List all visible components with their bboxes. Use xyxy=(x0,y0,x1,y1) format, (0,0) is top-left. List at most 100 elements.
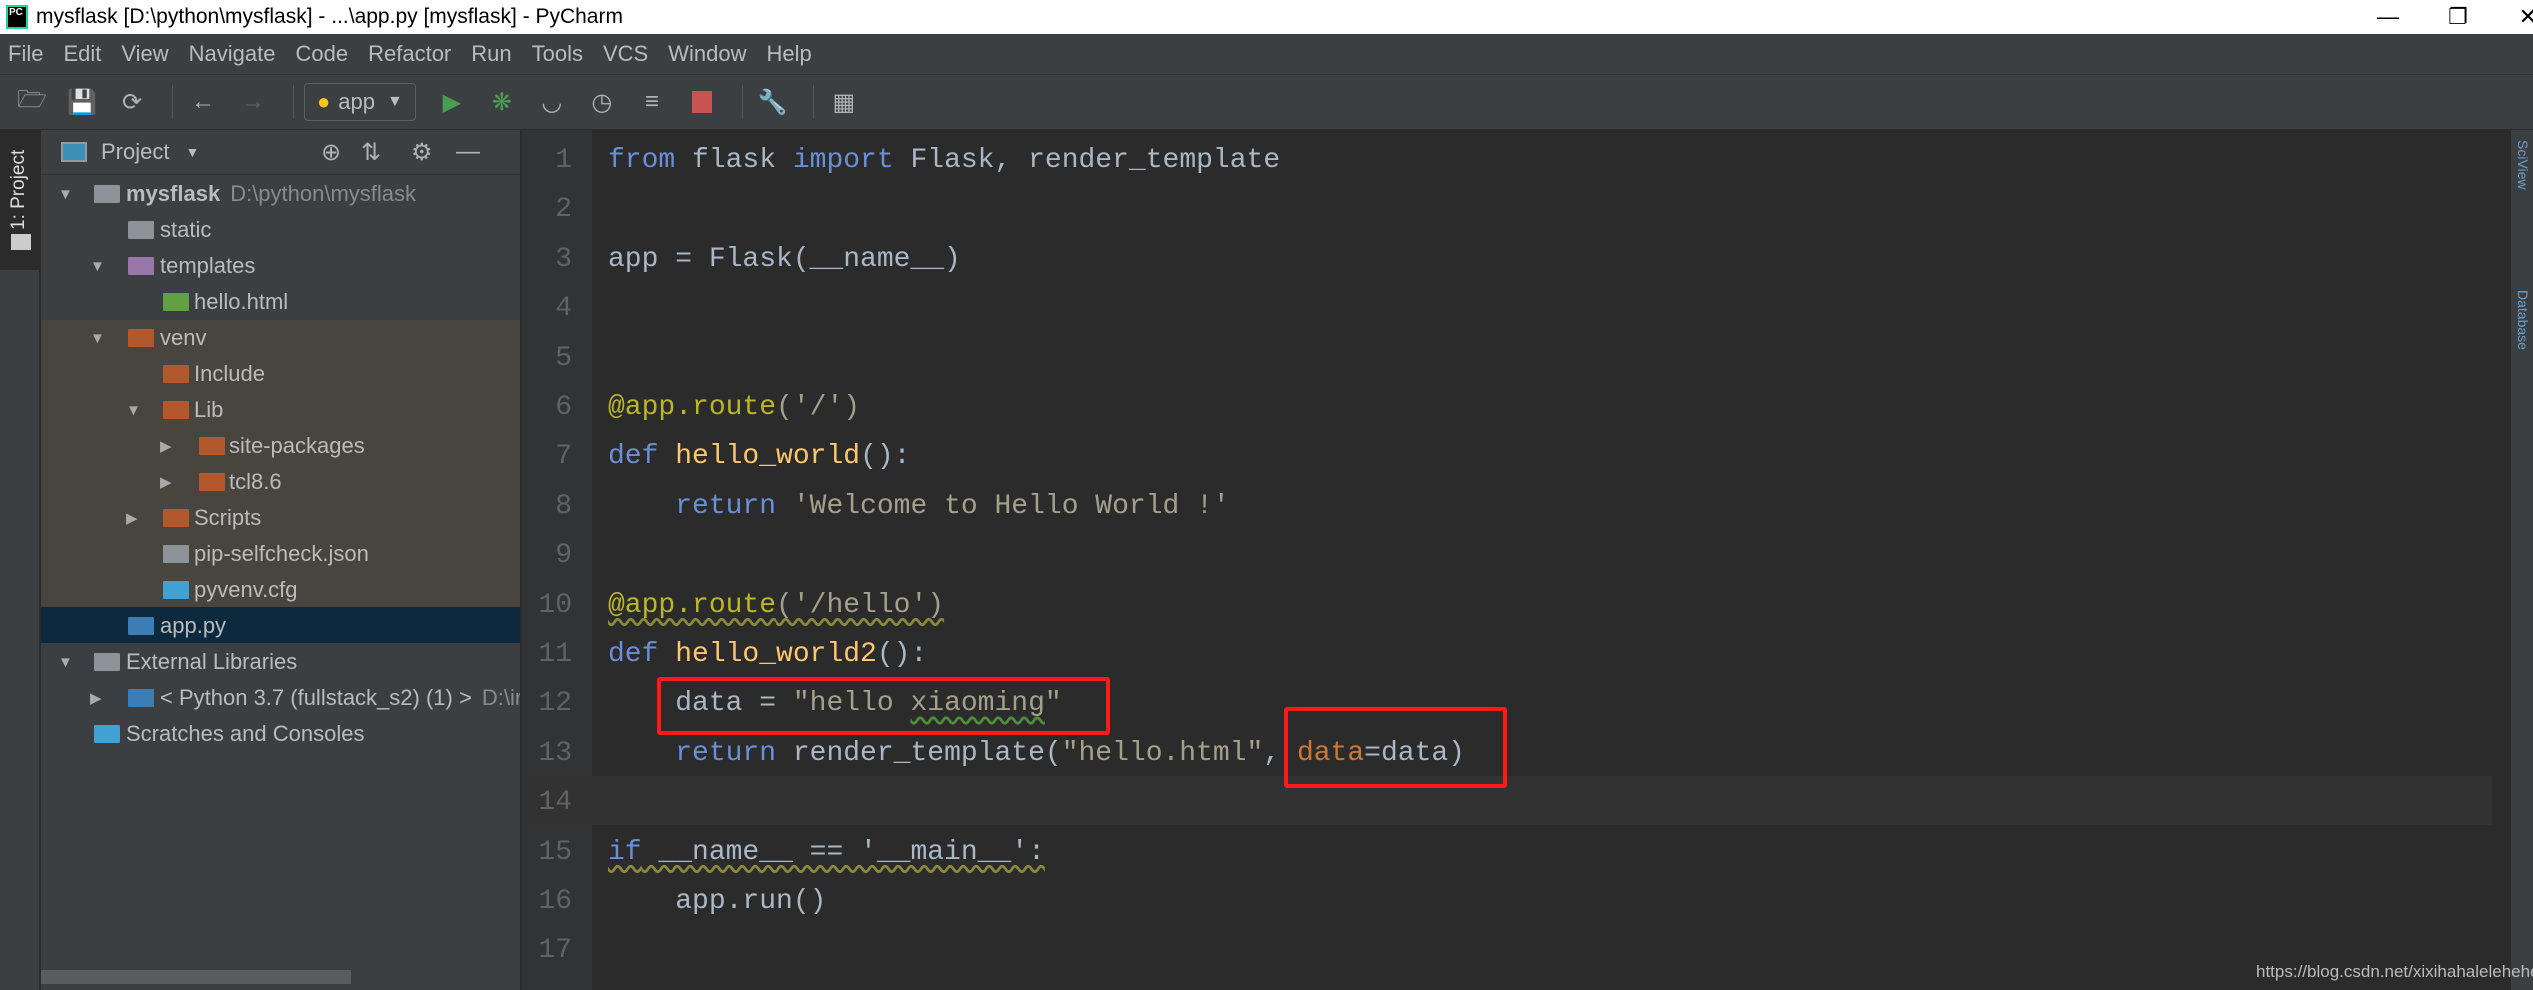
chevron-right-icon[interactable]: ▶ xyxy=(126,509,138,527)
right-tool-strip: SciView Database xyxy=(2510,130,2533,990)
project-view-icon xyxy=(61,142,87,162)
menu-tools[interactable]: Tools xyxy=(532,41,583,67)
settings-wrench-icon[interactable]: 🔧 xyxy=(753,82,793,122)
line-number: 10 xyxy=(538,589,572,621)
hide-icon[interactable]: — xyxy=(456,138,480,166)
folder-excluded-icon xyxy=(199,437,225,455)
code-line[interactable]: 10 @app.route('/hello') xyxy=(522,581,2422,630)
project-view-label[interactable]: Project xyxy=(101,139,169,165)
tree-item[interactable]: ▼ venv xyxy=(41,320,520,356)
code-line[interactable]: 1 from flask import Flask, render_templat… xyxy=(522,136,2422,185)
code-line[interactable]: 11 def hello_world2(): xyxy=(522,630,2422,679)
tree-item[interactable]: ▼ External Libraries xyxy=(41,644,520,680)
chevron-right-icon[interactable]: ▶ xyxy=(160,437,172,455)
code-token: @app.route xyxy=(608,589,777,621)
concurrency-icon[interactable]: ≡ xyxy=(632,82,672,122)
tab-sciview[interactable]: SciView xyxy=(2515,140,2531,190)
code-line[interactable]: 7 def hello_world(): xyxy=(522,432,2422,481)
save-icon[interactable]: 💾 xyxy=(62,82,102,122)
code-line[interactable]: 15 if __name__ == '__main__': xyxy=(522,828,2422,877)
menu-navigate[interactable]: Navigate xyxy=(189,41,276,67)
tree-item[interactable]: ▶ Scripts xyxy=(41,500,520,536)
profile-icon[interactable]: ◷ xyxy=(582,82,622,122)
tree-item[interactable]: ▶ < Python 3.7 (fullstack_s2) (1) > D:\ir xyxy=(41,680,520,716)
open-folder-icon[interactable]: 🗁 xyxy=(12,82,52,122)
line-number: 14 xyxy=(538,787,572,819)
run-icon[interactable]: ▶ xyxy=(432,82,472,122)
chevron-down-icon[interactable]: ▼ xyxy=(58,186,73,203)
minimize-button[interactable]: — xyxy=(2353,0,2423,34)
html-file-icon xyxy=(163,293,189,311)
tree-item[interactable]: Scratches and Consoles xyxy=(41,716,520,752)
code-line[interactable]: 4 xyxy=(522,284,2422,333)
coverage-icon[interactable]: ◡ xyxy=(532,82,572,122)
menu-refactor[interactable]: Refactor xyxy=(368,41,451,67)
run-config-dropdown[interactable]: ● app ▼ xyxy=(304,83,416,121)
menu-window[interactable]: Window xyxy=(668,41,746,67)
code-token: def xyxy=(608,639,676,670)
debug-icon[interactable]: ❋ xyxy=(482,82,522,122)
tree-item[interactable]: Include xyxy=(41,356,520,392)
tree-item[interactable]: ▼ templates xyxy=(41,248,520,284)
menu-edit[interactable]: Edit xyxy=(63,41,101,67)
tab-project[interactable]: 1: Project xyxy=(0,130,40,270)
code-line[interactable]: 6 @app.route('/') xyxy=(522,383,2422,432)
locate-icon[interactable]: ⊕ xyxy=(321,138,341,167)
menu-view[interactable]: View xyxy=(121,41,168,67)
tree-item[interactable]: app.py xyxy=(41,608,520,644)
back-icon[interactable]: ← xyxy=(183,82,223,122)
chevron-right-icon[interactable]: ▶ xyxy=(90,689,102,707)
code-line[interactable]: 2 xyxy=(522,185,2422,234)
close-button[interactable]: ✕ xyxy=(2493,0,2533,34)
tab-database[interactable]: Database xyxy=(2515,290,2531,350)
project-panel-header: Project ▼ ⊕ ⇅ ⚙ — xyxy=(41,130,520,175)
python-icon: ● xyxy=(317,89,331,114)
gear-icon[interactable]: ⚙ xyxy=(411,138,433,167)
chevron-down-icon[interactable]: ▼ xyxy=(90,330,105,347)
code-line[interactable]: 17 xyxy=(522,926,2422,975)
toolbar: 🗁 💾 ⟳ ← → ● app ▼ ▶ ❋ ◡ ◷ ≡ 🔧 ▦ xyxy=(0,75,2533,130)
horizontal-scrollbar[interactable] xyxy=(41,970,351,984)
chevron-down-icon[interactable]: ▼ xyxy=(90,258,105,275)
menu-help[interactable]: Help xyxy=(766,41,811,67)
menu-code[interactable]: Code xyxy=(296,41,349,67)
chevron-down-icon[interactable]: ▼ xyxy=(58,654,73,671)
code-token: render_template( xyxy=(792,737,1062,769)
tree-item[interactable]: pip-selfcheck.json xyxy=(41,536,520,572)
divider xyxy=(293,85,294,119)
code-line[interactable]: 8 return 'Welcome to Hello World !' xyxy=(522,482,2422,531)
collapse-all-icon[interactable]: ⇅ xyxy=(361,138,381,167)
chevron-down-icon[interactable]: ▼ xyxy=(185,144,199,160)
code-token: app = Flask(__name__) xyxy=(608,243,961,275)
menu-run[interactable]: Run xyxy=(471,41,511,67)
code-line[interactable]: 16 app.run() xyxy=(522,877,2422,926)
stop-icon[interactable] xyxy=(682,82,722,122)
menu-file[interactable]: File xyxy=(8,41,43,67)
sync-icon[interactable]: ⟳ xyxy=(112,82,152,122)
watermark: https://blog.csdn.net/xixihahalelehehe xyxy=(2256,962,2533,981)
python-icon xyxy=(128,689,154,707)
tree-item[interactable]: ▶ site-packages xyxy=(41,428,520,464)
tree-item[interactable]: ▼ Lib xyxy=(41,392,520,428)
tree-item[interactable]: ▼ mysflask D:\python\mysflask xyxy=(41,176,520,212)
chevron-down-icon[interactable]: ▼ xyxy=(126,402,141,419)
sdk-icon[interactable]: ▦ xyxy=(824,82,864,122)
highlight-box-data-kwarg xyxy=(1284,707,1507,788)
tree-item[interactable]: static xyxy=(41,212,520,248)
code-line[interactable]: 3 app = Flask(__name__) xyxy=(522,235,2422,284)
code-editor[interactable]: 1 from flask import Flask, render_templat… xyxy=(522,130,2533,990)
tree-item[interactable]: ▶ tcl8.6 xyxy=(41,464,520,500)
tree-item-label: tcl8.6 xyxy=(229,469,282,494)
restore-button[interactable]: ❐ xyxy=(2423,0,2493,34)
code-line[interactable]: 5 xyxy=(522,334,2422,383)
forward-icon[interactable]: → xyxy=(233,82,273,122)
chevron-right-icon[interactable]: ▶ xyxy=(160,473,172,491)
tree-item[interactable]: pyvenv.cfg xyxy=(41,572,520,608)
tree-item[interactable]: hello.html xyxy=(41,284,520,320)
tree-item-label: Include xyxy=(194,361,265,386)
code-line[interactable]: 9 xyxy=(522,531,2422,580)
menu-vcs[interactable]: VCS xyxy=(603,41,648,67)
folder-templates-icon xyxy=(128,257,154,275)
libraries-icon xyxy=(94,653,120,671)
tree-item-path: D:\python\mysflask xyxy=(230,181,417,206)
